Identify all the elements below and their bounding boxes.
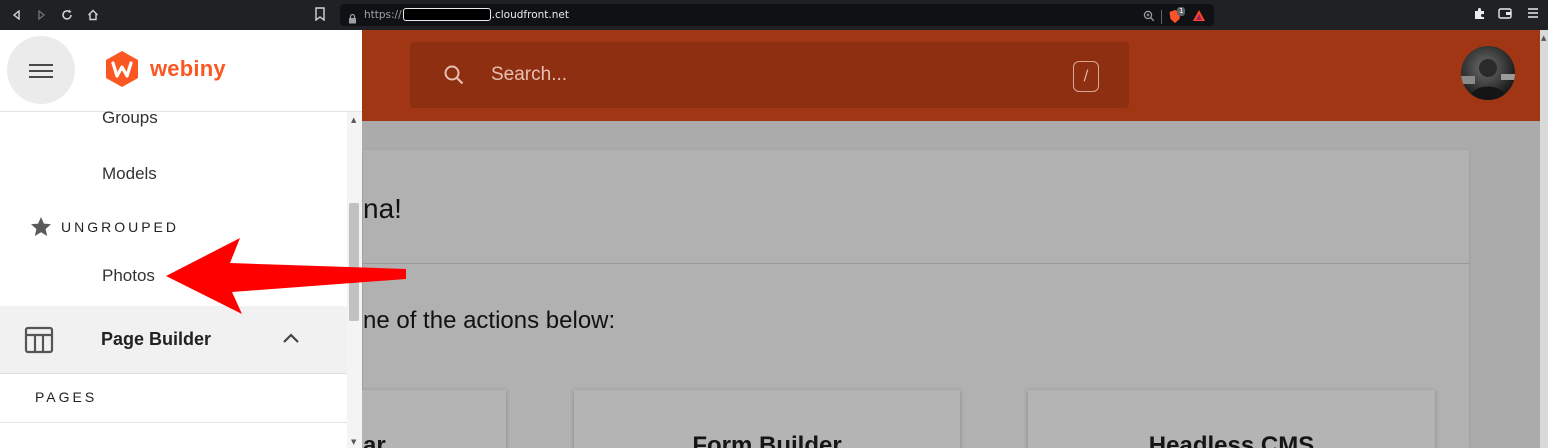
- menu-group-pages: PAGES: [0, 375, 347, 423]
- menu-item-groups[interactable]: Groups: [102, 108, 158, 128]
- search-placeholder: Search...: [491, 64, 568, 85]
- lock-icon: [348, 9, 357, 28]
- welcome-greeting: na!: [363, 193, 402, 224]
- page-builder-icon: [24, 326, 54, 358]
- search-shortcut-hint: /: [1073, 61, 1099, 92]
- wallet-icon[interactable]: [1498, 7, 1512, 22]
- card-divider: [363, 263, 1469, 264]
- reload-icon[interactable]: [58, 6, 76, 24]
- extensions-icon[interactable]: [1473, 7, 1486, 23]
- menu-item-models[interactable]: Models: [102, 164, 157, 184]
- group-label-pages: PAGES: [35, 389, 98, 405]
- hamburger-bar: [29, 76, 53, 78]
- webiny-logo-icon: [106, 51, 138, 87]
- browser-toolbar: https:// .cloudfront.net 1: [0, 0, 1548, 30]
- hamburger-bar: [29, 70, 53, 72]
- scroll-down-icon[interactable]: ▼: [351, 438, 356, 446]
- action-tile-headless-cms-title: Headless CMS: [1148, 432, 1315, 448]
- annotation-arrow-icon: [166, 238, 406, 314]
- action-tile-form-builder[interactable]: Form Builder: [574, 390, 960, 448]
- action-tile-form-builder-title: Form Builder: [692, 432, 842, 448]
- url-text: https:// .cloudfront.net: [364, 8, 569, 21]
- zoom-icon[interactable]: [1143, 7, 1155, 26]
- scroll-up-icon[interactable]: ▲: [1541, 34, 1546, 42]
- user-avatar[interactable]: [1461, 46, 1515, 100]
- scroll-up-icon[interactable]: ▲: [351, 116, 356, 124]
- brave-rewards-icon[interactable]: [1192, 7, 1206, 26]
- page-scrollbar[interactable]: ▲: [1540, 30, 1548, 448]
- search-icon: [443, 64, 465, 90]
- webiny-logo[interactable]: webiny: [104, 50, 226, 88]
- group-label-ungrouped: UNGROUPED: [61, 219, 180, 235]
- brave-shield-icon[interactable]: 1: [1168, 6, 1186, 25]
- url-scheme: https://: [364, 9, 402, 21]
- hamburger-menu-button[interactable]: [7, 36, 75, 104]
- forward-icon[interactable]: [32, 6, 50, 24]
- star-icon: [28, 215, 54, 243]
- browser-menu-icon[interactable]: [1527, 7, 1539, 22]
- menu-section-page-builder[interactable]: Page Builder: [0, 306, 347, 374]
- chevron-up-icon[interactable]: [281, 330, 301, 349]
- drawer-header: webiny: [0, 30, 362, 112]
- home-icon[interactable]: [84, 6, 102, 24]
- hamburger-bar: [29, 64, 53, 66]
- action-tile-headless-cms[interactable]: Headless CMS: [1028, 390, 1435, 448]
- bookmark-icon[interactable]: [314, 6, 328, 22]
- address-bar[interactable]: https:// .cloudfront.net 1: [340, 4, 1214, 26]
- brand-name: webiny: [150, 56, 226, 81]
- redacted-subdomain: [402, 8, 491, 21]
- page-builder-label: Page Builder: [101, 329, 212, 349]
- url-domain: .cloudfront.net: [491, 9, 569, 21]
- brave-badge: 1: [1177, 6, 1186, 16]
- separator: [1161, 9, 1162, 24]
- action-tile-1-title: ar: [363, 432, 386, 448]
- back-icon[interactable]: [8, 6, 26, 24]
- menu-item-photos[interactable]: Photos: [102, 266, 155, 286]
- search-bar[interactable]: Search... /: [410, 42, 1129, 108]
